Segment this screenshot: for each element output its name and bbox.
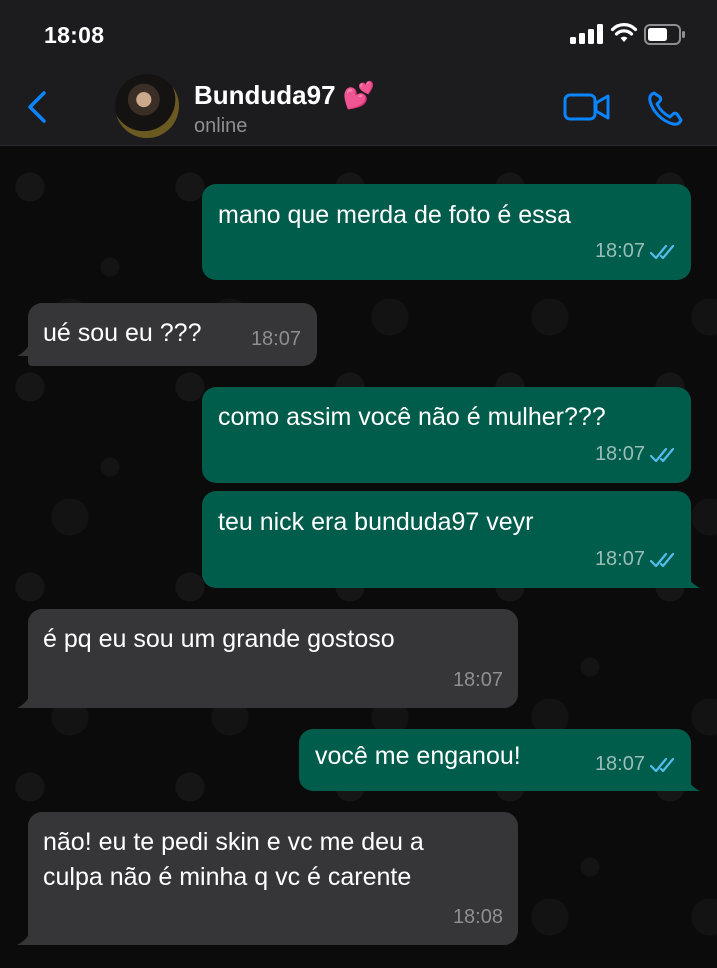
message-meta: 18:07 (453, 663, 503, 698)
cellular-signal-icon (570, 24, 604, 44)
contact-status: online (194, 115, 248, 137)
battery-icon (644, 24, 685, 45)
message-text: como assim você não é mulher??? (218, 403, 606, 431)
phone-icon[interactable] (646, 90, 686, 128)
message-bubble-outgoing[interactable]: mano que merda de foto é essa 18:07 (202, 184, 691, 280)
message-time: 18:07 (594, 548, 645, 570)
message-text: não! eu te pedi skin e vc me deu a culpa… (43, 828, 424, 891)
message-meta: 18:07 (595, 234, 679, 269)
message-meta: 18:07 (595, 437, 679, 472)
message-bubble-incoming[interactable]: ué sou eu ??? 18:07 (28, 303, 317, 366)
message-text: é pq eu sou um grande gostoso (43, 625, 395, 653)
message-bubble-incoming[interactable]: é pq eu sou um grande gostoso 18:07 (28, 609, 518, 708)
message-time: 18:07 (594, 443, 645, 465)
double-check-icon (649, 552, 675, 567)
message-time: 18:07 (250, 328, 301, 350)
message-time: 18:07 (452, 669, 503, 691)
double-check-icon (649, 244, 675, 259)
wifi-icon (610, 23, 638, 42)
message-time: 18:07 (594, 753, 645, 775)
chat-header: Bunduda97 💕 online (0, 66, 717, 146)
chat-area[interactable]: mano que merda de foto é essa 18:07 ué s… (0, 147, 717, 968)
message-bubble-outgoing[interactable]: teu nick era bunduda97 veyr 18:07 (202, 491, 691, 588)
contact-name[interactable]: Bunduda97 💕 (194, 80, 375, 111)
message-text: ué sou eu ??? (43, 319, 202, 347)
message-text: teu nick era bunduda97 veyr (218, 508, 534, 536)
double-check-icon (649, 447, 675, 462)
message-text: mano que merda de foto é essa (218, 201, 572, 229)
message-bubble-incoming[interactable]: não! eu te pedi skin e vc me deu a culpa… (28, 812, 518, 945)
message-text: você me enganou! (315, 742, 521, 770)
message-bubble-outgoing[interactable]: como assim você não é mulher??? 18:07 (202, 387, 691, 483)
message-meta: 18:08 (453, 900, 503, 935)
message-time: 18:07 (594, 240, 645, 262)
status-time: 18:08 (44, 22, 105, 48)
status-bar: 18:08 (0, 0, 717, 66)
video-camera-icon[interactable] (563, 92, 611, 122)
avatar[interactable] (115, 74, 179, 138)
message-meta: 18:07 (595, 747, 679, 782)
double-check-icon (649, 757, 675, 772)
message-meta: 18:07 (595, 542, 679, 577)
message-time: 18:08 (452, 906, 503, 928)
back-icon[interactable] (22, 88, 52, 126)
message-meta: 18:07 (251, 322, 301, 357)
message-bubble-outgoing[interactable]: você me enganou! 18:07 (299, 729, 691, 791)
